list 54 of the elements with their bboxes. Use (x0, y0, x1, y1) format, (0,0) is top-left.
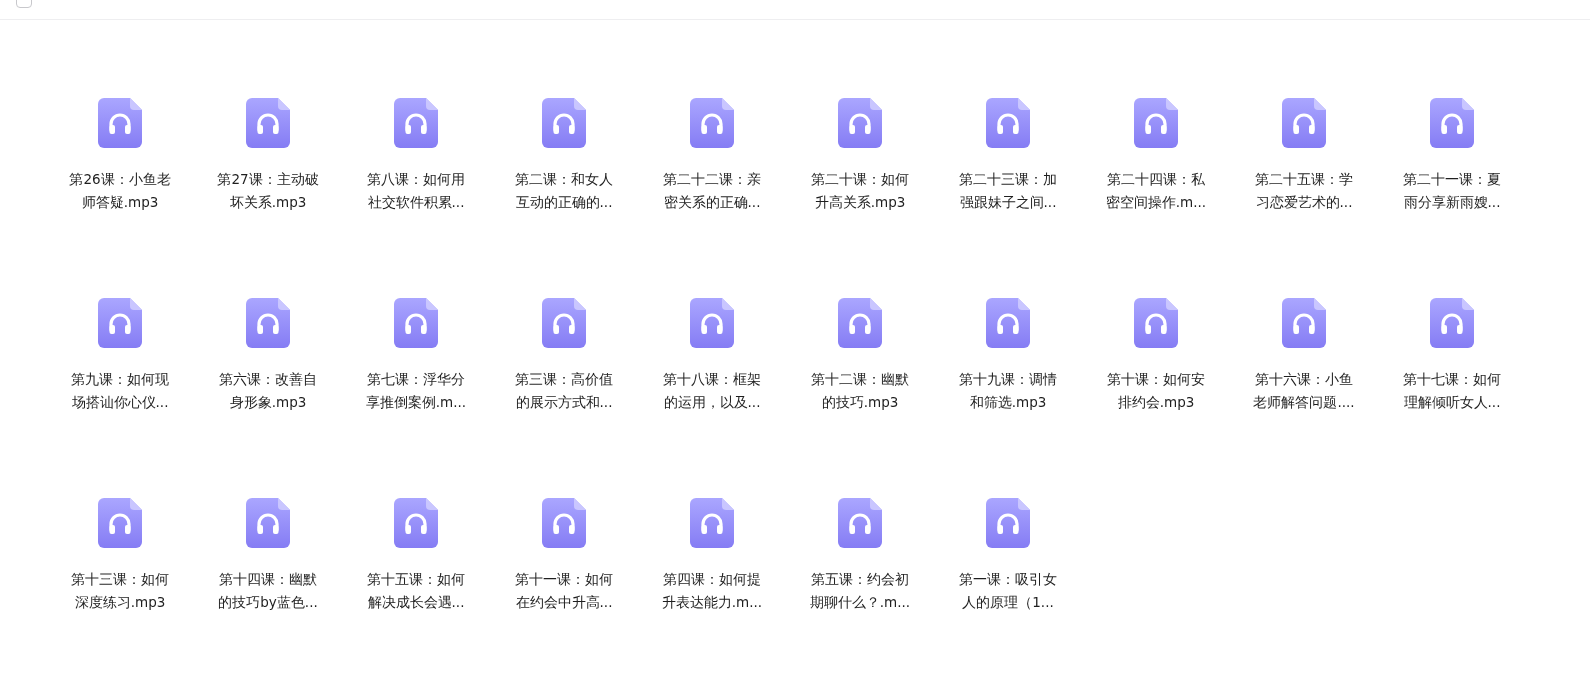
audio-file-icon (690, 498, 734, 548)
file-name[interactable]: 第七课：浮华分 享推倒案例.m... (365, 368, 467, 414)
file-name[interactable]: 第十五课：如何 解决成长会遇... (367, 568, 465, 614)
audio-file-icon (690, 98, 734, 148)
file-name[interactable]: 第十课：如何安 排约会.mp3 (1107, 368, 1205, 414)
file-name[interactable]: 第二十四课：私 密空间操作.m... (1105, 168, 1207, 214)
audio-file-icon (838, 498, 882, 548)
file-name[interactable]: 第二十二课：亲 密关系的正确... (663, 168, 761, 214)
file-name[interactable]: 第二课：和女人 互动的正确的... (515, 168, 613, 214)
file-name[interactable]: 第二十课：如何 升高关系.mp3 (811, 168, 909, 214)
file-name[interactable]: 第四课：如何提 升表达能力.m... (661, 568, 763, 614)
audio-file-icon (246, 298, 290, 348)
audio-file-icon (246, 98, 290, 148)
audio-file-icon (986, 298, 1030, 348)
audio-file-icon (542, 498, 586, 548)
audio-file-icon (838, 298, 882, 348)
audio-file-icon (542, 298, 586, 348)
audio-file-icon (542, 98, 586, 148)
audio-file-icon (838, 98, 882, 148)
file-name[interactable]: 第八课：如何用 社交软件积累... (367, 168, 465, 214)
file-name[interactable]: 第十九课：调情 和筛选.mp3 (959, 368, 1057, 414)
audio-file-icon (394, 498, 438, 548)
file-name[interactable]: 第26课：小鱼老 师答疑.mp3 (69, 168, 171, 214)
audio-file-icon (246, 498, 290, 548)
file-name[interactable]: 第十二课：幽默 的技巧.mp3 (811, 368, 909, 414)
file-name[interactable]: 第十三课：如何 深度练习.mp3 (71, 568, 169, 614)
audio-file-icon (1282, 98, 1326, 148)
audio-file-icon (690, 298, 734, 348)
audio-file-icon (98, 98, 142, 148)
file-name[interactable]: 第二十三课：加 强跟妹子之间... (959, 168, 1057, 214)
file-name[interactable]: 第十七课：如何 理解倾听女人... (1403, 368, 1501, 414)
audio-file-icon (394, 98, 438, 148)
file-name[interactable]: 第十一课：如何 在约会中升高... (515, 568, 613, 614)
audio-file-icon (98, 498, 142, 548)
file-name[interactable]: 第九课：如何现 场搭讪你心仪... (71, 368, 169, 414)
audio-file-icon (986, 98, 1030, 148)
audio-file-icon (1430, 98, 1474, 148)
file-name[interactable]: 第十六课：小鱼 老师解答问题.... (1253, 368, 1355, 414)
file-name[interactable]: 第二十五课：学 习恋爱艺术的... (1255, 168, 1353, 214)
file-name[interactable]: 第27课：主动破 坏关系.mp3 (217, 168, 319, 214)
file-name[interactable]: 第五课：约会初 期聊什么？.m... (809, 568, 911, 614)
file-name[interactable]: 第十八课：框架 的运用，以及... (663, 368, 761, 414)
audio-file-icon (98, 298, 142, 348)
file-name[interactable]: 第三课：高价值 的展示方式和... (515, 368, 613, 414)
file-name[interactable]: 第六课：改善自 身形象.mp3 (219, 368, 317, 414)
file-name[interactable]: 第一课：吸引女 人的原理（1... (959, 568, 1057, 614)
audio-file-icon (1134, 98, 1178, 148)
file-name[interactable]: 第十四课：幽默 的技巧by蓝色... (218, 568, 318, 614)
audio-file-icon (1282, 298, 1326, 348)
audio-file-icon (986, 498, 1030, 548)
audio-file-icon (394, 298, 438, 348)
file-name[interactable]: 第二十一课：夏 雨分享新雨嫂... (1403, 168, 1501, 214)
audio-file-icon (1430, 298, 1474, 348)
audio-file-icon (1134, 298, 1178, 348)
